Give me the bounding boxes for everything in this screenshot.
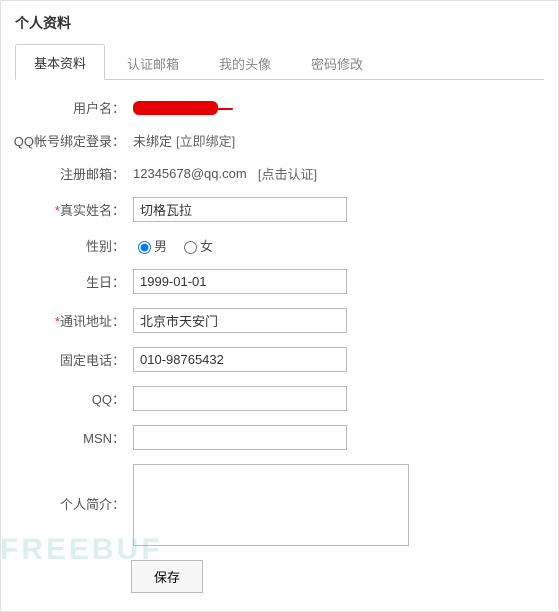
label-username: 用户名： <box>1 98 131 117</box>
gender-female-option[interactable]: 女 <box>179 236 213 255</box>
intro-textarea[interactable] <box>133 464 409 546</box>
gender-female-label: 女 <box>200 236 213 255</box>
gender-male-radio[interactable] <box>138 241 151 254</box>
email-value: 12345678@qq.com <box>133 166 247 181</box>
address-input[interactable] <box>133 308 347 333</box>
username-redacted <box>133 101 218 115</box>
tab-bar: 基本资料 认证邮箱 我的头像 密码修改 <box>15 43 544 80</box>
birthday-input[interactable] <box>133 269 347 294</box>
tab-avatar[interactable]: 我的头像 <box>201 46 289 80</box>
label-intro: 个人简介： <box>1 464 131 513</box>
tab-password[interactable]: 密码修改 <box>293 46 381 80</box>
label-gender: 性别： <box>1 236 131 255</box>
qq-input[interactable] <box>133 386 347 411</box>
label-qq: QQ： <box>1 389 131 408</box>
label-realname: *真实姓名： <box>1 200 131 219</box>
label-qq-bind: QQ帐号绑定登录： <box>1 131 131 150</box>
realname-input[interactable] <box>133 197 347 222</box>
label-address: *通讯地址： <box>1 311 131 330</box>
label-email: 注册邮箱： <box>1 164 131 183</box>
email-verify-link[interactable]: [点击认证] <box>258 164 317 183</box>
tab-basic[interactable]: 基本资料 <box>15 44 105 80</box>
qq-bind-status: 未绑定 <box>133 131 172 150</box>
form-area: 用户名： QQ帐号绑定登录： 未绑定 [立即绑定] 注册邮箱： 12345678… <box>1 80 558 611</box>
tab-email[interactable]: 认证邮箱 <box>109 46 197 80</box>
label-phone: 固定电话： <box>1 350 131 369</box>
gender-male-label: 男 <box>154 236 167 255</box>
save-button[interactable]: 保存 <box>131 560 203 593</box>
qq-bind-link[interactable]: [立即绑定] <box>176 131 235 150</box>
page-title: 个人资料 <box>1 1 558 43</box>
gender-male-option[interactable]: 男 <box>133 236 167 255</box>
msn-input[interactable] <box>133 425 347 450</box>
label-birthday: 生日： <box>1 272 131 291</box>
phone-input[interactable] <box>133 347 347 372</box>
label-msn: MSN： <box>1 428 131 447</box>
gender-female-radio[interactable] <box>184 241 197 254</box>
